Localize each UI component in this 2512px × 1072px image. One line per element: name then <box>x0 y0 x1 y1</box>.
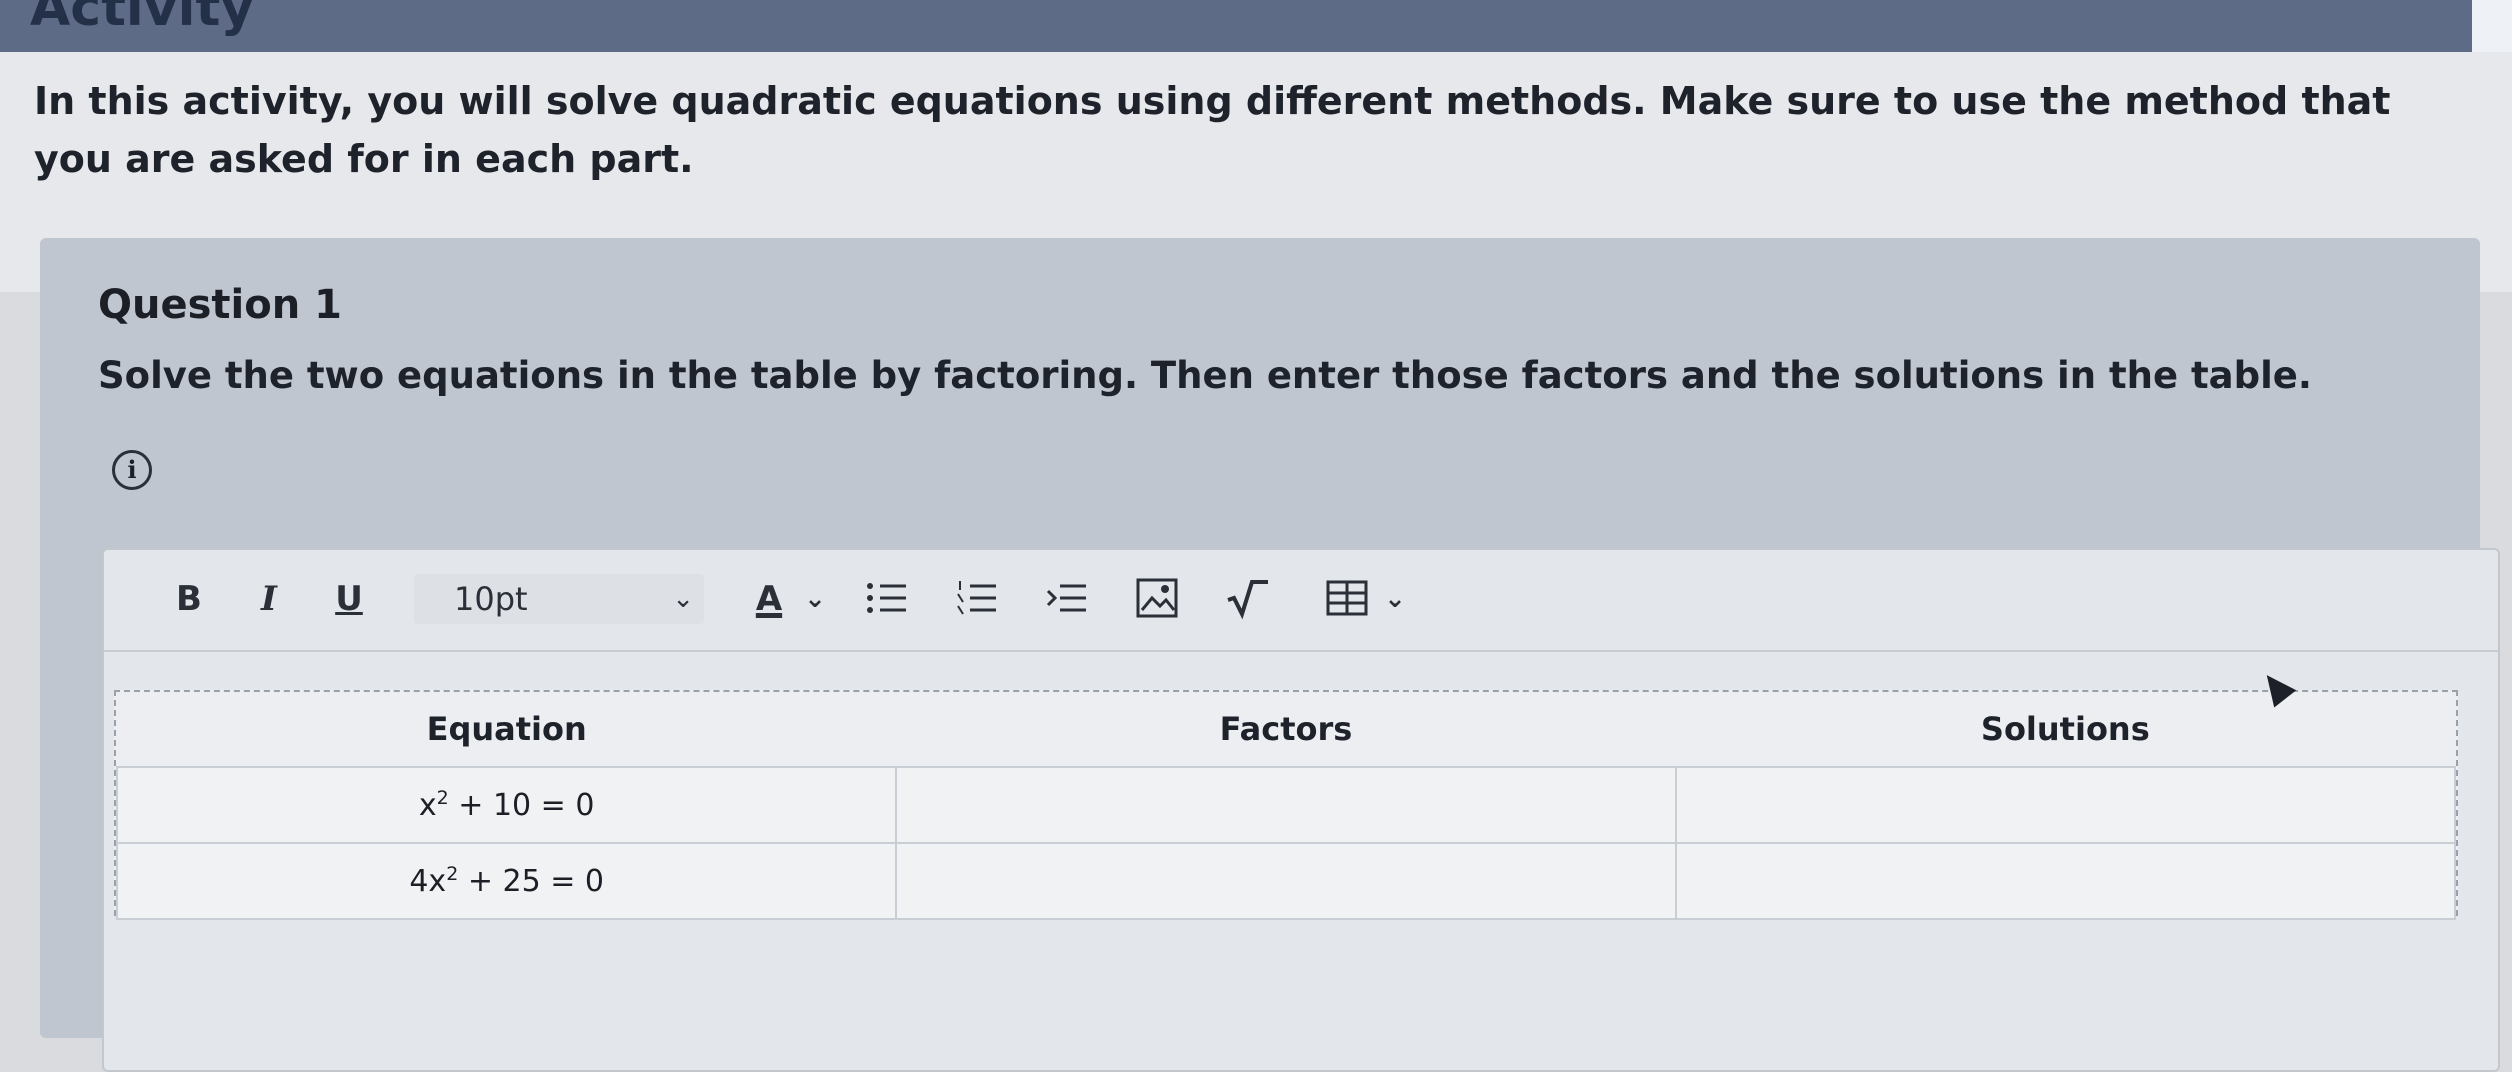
question-prompt: Solve the two equations in the table by … <box>98 354 2312 397</box>
header-solutions: Solutions <box>1980 710 2150 748</box>
indent-icon[interactable] <box>1044 576 1090 620</box>
font-color-chevron-icon[interactable]: ⌄ <box>800 574 830 624</box>
bullet-list-icon[interactable] <box>864 576 910 620</box>
corner-icon[interactable] <box>2472 0 2512 54</box>
equation-exponent: 2 <box>446 863 459 885</box>
image-icon[interactable] <box>1134 576 1180 620</box>
table-header-row: Equation Factors Solutions <box>117 692 2455 767</box>
header-factors: Factors <box>1219 710 1353 748</box>
intro-text: In this activity, you will solve quadrat… <box>34 79 2391 181</box>
equation-base: 4x <box>409 864 447 899</box>
square-root-icon[interactable] <box>1224 576 1270 620</box>
font-color-button[interactable]: A <box>744 574 794 624</box>
info-icon[interactable]: i <box>112 450 152 490</box>
equation-cell: 4x2 + 25 = 0 <box>115 842 898 920</box>
equation-base: x <box>418 788 437 823</box>
rich-text-editor[interactable]: B I U 10pt ⌄ A ⌄ ⌄ Equation Factors Solu… <box>102 548 2500 1072</box>
editor-toolbar: B I U 10pt ⌄ A ⌄ ⌄ <box>104 550 2498 652</box>
chevron-down-icon: ⌄ <box>672 584 694 614</box>
bold-button[interactable]: B <box>164 574 214 624</box>
table-icon[interactable] <box>1324 576 1370 620</box>
solutions-cell[interactable] <box>1674 842 2457 920</box>
factors-cell[interactable] <box>895 842 1677 920</box>
factors-cell[interactable] <box>895 766 1677 844</box>
italic-button[interactable]: I <box>244 574 294 624</box>
equation-rest: + 25 = 0 <box>458 864 604 899</box>
answer-table: Equation Factors Solutions x2 + 10 = 0 4… <box>114 690 2458 920</box>
equation-rest: + 10 = 0 <box>448 788 595 823</box>
table-chevron-icon[interactable]: ⌄ <box>1380 574 1410 624</box>
underline-button[interactable]: U <box>324 574 374 624</box>
equation-exponent: 2 <box>436 787 449 809</box>
table-row: 4x2 + 25 = 0 <box>115 842 2457 920</box>
solutions-cell[interactable] <box>1674 766 2457 844</box>
font-size-select[interactable]: 10pt ⌄ <box>414 574 704 624</box>
equation-cell: x2 + 10 = 0 <box>115 766 898 844</box>
font-size-value: 10pt <box>454 580 528 618</box>
table-row: x2 + 10 = 0 <box>115 766 2457 844</box>
numbered-list-icon[interactable] <box>954 576 1000 620</box>
question-title: Question 1 <box>98 282 342 328</box>
header-equation: Equation <box>426 710 587 748</box>
activity-title: Activity <box>30 0 255 38</box>
